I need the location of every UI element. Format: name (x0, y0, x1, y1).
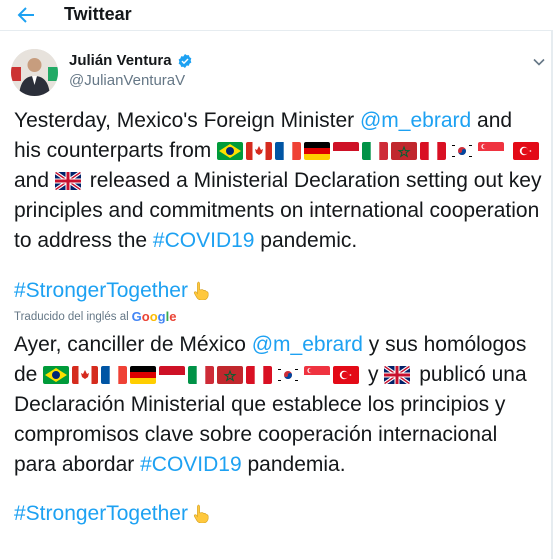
verified-badge-icon (178, 53, 191, 68)
chevron-down-icon[interactable] (532, 55, 546, 69)
avatar[interactable] (11, 49, 58, 96)
morocco-flag-icon (217, 366, 243, 384)
brazil-flag-icon (217, 142, 243, 160)
author-handle: @JulianVenturaV (69, 72, 186, 89)
hashtag-link[interactable]: #COVID19 (153, 229, 255, 252)
brazil-flag-icon (43, 366, 69, 384)
page-title: Twittear (64, 4, 132, 24)
france-flag-icon (101, 366, 127, 384)
hashtag-link[interactable]: #COVID19 (140, 453, 242, 476)
hashtag-link[interactable]: #StrongerTogether (14, 279, 211, 303)
singapore-flag-icon (478, 142, 504, 160)
morocco-flag-icon (391, 142, 417, 160)
canada-flag-icon (72, 366, 98, 384)
united-kingdom-flag-icon (384, 366, 410, 384)
top-bar: Twittear (0, 0, 553, 31)
google-logo[interactable]: Google (132, 309, 177, 324)
peru-flag-icon (246, 366, 272, 384)
turkey-flag-icon (333, 366, 359, 384)
germany-flag-icon (304, 142, 330, 160)
tweet-text-english: Yesterday, Mexico's Foreign Minister @m_… (14, 109, 542, 252)
author-row: Julián Ventura (69, 52, 193, 69)
italy-flag-icon (188, 366, 214, 384)
italy-flag-icon (362, 142, 388, 160)
singapore-flag-icon (304, 366, 330, 384)
south-korea-flag-icon (275, 366, 301, 384)
france-flag-icon (275, 142, 301, 160)
mention-link[interactable]: @m_ebrard (360, 109, 471, 132)
turkey-flag-icon (513, 142, 539, 160)
hashtag-link[interactable]: #StrongerTogether (14, 502, 211, 526)
back-arrow-icon[interactable] (14, 3, 38, 27)
indonesia-flag-icon (333, 142, 359, 160)
pointing-down-emoji-icon (191, 503, 211, 523)
translation-note: Traducido del inglés al Google (14, 309, 177, 324)
author-name[interactable]: Julián Ventura (69, 52, 172, 69)
pointing-down-emoji-icon (191, 280, 211, 300)
germany-flag-icon (130, 366, 156, 384)
canada-flag-icon (246, 142, 272, 160)
mention-link[interactable]: @m_ebrard (252, 333, 363, 356)
south-korea-flag-icon (449, 142, 475, 160)
peru-flag-icon (420, 142, 446, 160)
indonesia-flag-icon (159, 366, 185, 384)
united-kingdom-flag-icon (55, 172, 81, 190)
tweet-text-spanish: Ayer, canciller de México @m_ebrard y su… (14, 333, 527, 476)
